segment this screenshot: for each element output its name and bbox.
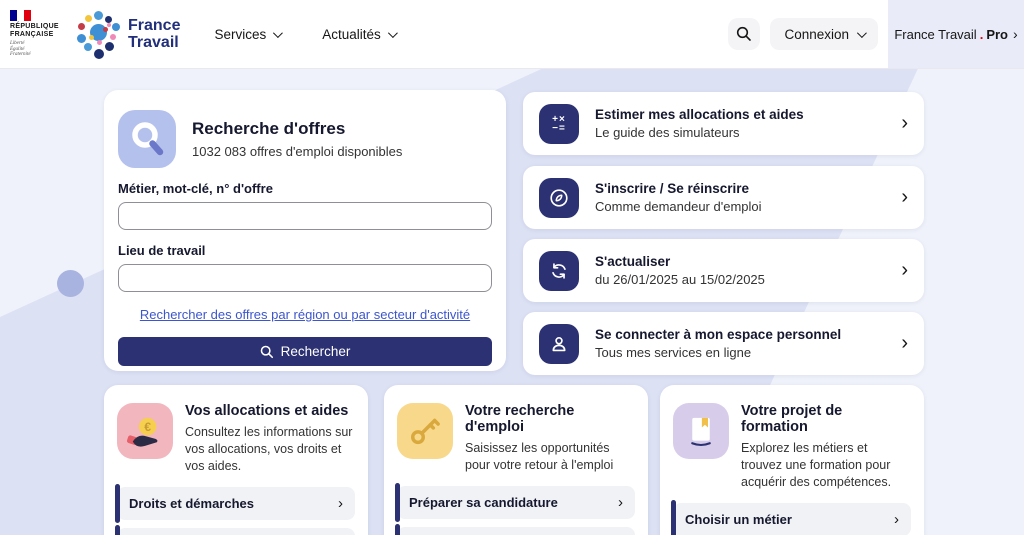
gov-line1: RÉPUBLIQUE (10, 23, 66, 31)
section-description: Explorez les métiers et trouvez une form… (741, 440, 911, 491)
quicklink-sinscrire[interactable]: S'inscrire / Se réinscrire Comme demande… (523, 166, 924, 229)
magnifier-icon (118, 110, 176, 168)
chevron-right-icon: › (894, 511, 899, 528)
offers-count: 1032 083 offres d'emploi disponibles (192, 144, 402, 159)
register-icon (539, 178, 579, 218)
link-preparer-candidature[interactable]: Préparer sa candidature › (397, 486, 635, 519)
quicklink-title: Se connecter à mon espace personnel (595, 327, 841, 342)
france-travail-pro-link[interactable]: France Travail . Pro › (888, 0, 1024, 68)
chevron-right-icon: › (901, 186, 908, 209)
section-title: Votre projet de formation (741, 403, 911, 435)
pro-separator: . (980, 27, 984, 42)
nav-services[interactable]: Services (214, 27, 280, 42)
chevron-down-icon (857, 28, 867, 38)
header-search-button[interactable] (728, 18, 760, 50)
france-travail-homepage: RÉPUBLIQUE FRANÇAISE Liberté Égalité Fra… (0, 0, 1024, 535)
keyword-input[interactable] (118, 202, 492, 230)
france-travail-wordmark: France Travail (128, 17, 180, 51)
location-field-label: Lieu de travail (118, 243, 492, 258)
quicklink-subtitle: Comme demandeur d'emploi (595, 199, 762, 214)
link-comprendre-calcul[interactable]: Comprendre le calcul de l'allocation › (117, 528, 355, 535)
gov-line2: FRANÇAISE (10, 31, 66, 39)
quicklink-sactualiser[interactable]: S'actualiser du 26/01/2025 au 15/02/2025… (523, 239, 924, 302)
gov-motto: Liberté Égalité Fraternité (10, 41, 66, 58)
person-icon (539, 324, 579, 364)
link-trouver-emploi[interactable]: Trouver un emploi › (397, 527, 635, 535)
calculator-icon: +× −= (539, 104, 579, 144)
france-travail-dots-icon (76, 9, 120, 59)
refresh-icon (539, 251, 579, 291)
quicklink-subtitle: du 26/01/2025 au 15/02/2025 (595, 272, 765, 287)
quicklink-title: S'actualiser (595, 254, 765, 269)
nav-actualites-label: Actualités (322, 27, 381, 42)
svg-text:€: € (144, 420, 151, 434)
link-choisir-metier[interactable]: Choisir un métier › (673, 503, 911, 535)
search-by-region-link[interactable]: Rechercher des offres par région ou par … (118, 307, 492, 322)
quicklink-espace-personnel[interactable]: Se connecter à mon espace personnel Tous… (523, 312, 924, 375)
quicklink-estimer-allocations[interactable]: +× −= Estimer mes allocations et aides L… (523, 92, 924, 155)
background-decor-circle (57, 270, 84, 297)
gov-logo-text: RÉPUBLIQUE FRANÇAISE (10, 23, 66, 39)
section-description: Consultez les informations sur vos alloc… (185, 424, 355, 475)
search-card-title: Recherche d'offres (192, 119, 402, 139)
location-input[interactable] (118, 264, 492, 292)
section-title: Vos allocations et aides (185, 403, 355, 419)
search-card-header: Recherche d'offres 1032 083 offres d'emp… (118, 110, 492, 168)
link-droits-et-demarches[interactable]: Droits et démarches › (117, 487, 355, 520)
nav-services-label: Services (214, 27, 266, 42)
search-icon (736, 26, 752, 42)
chevron-right-icon: › (901, 332, 908, 355)
section-description: Saisissez les opportunités pour votre re… (465, 440, 635, 474)
chevron-down-icon (388, 28, 398, 38)
france-travail-logo[interactable]: France Travail (76, 9, 180, 59)
key-icon (397, 403, 453, 459)
hand-euro-icon: € (117, 403, 173, 459)
book-icon (673, 403, 729, 459)
nav-actualites[interactable]: Actualités (322, 27, 395, 42)
chevron-right-icon: › (338, 495, 343, 512)
quicklink-title: S'inscrire / Se réinscrire (595, 181, 762, 196)
search-button-label: Rechercher (281, 344, 351, 359)
keyword-field-label: Métier, mot-clé, n° d'offre (118, 181, 492, 196)
chevron-right-icon: › (901, 259, 908, 282)
french-flag-icon (10, 10, 31, 21)
connexion-button[interactable]: Connexion (770, 18, 878, 50)
section-projet-formation: Votre projet de formation Explorez les m… (660, 385, 924, 535)
quicklink-subtitle: Le guide des simulateurs (595, 125, 804, 140)
pro-bold: Pro (986, 27, 1008, 42)
search-icon (260, 345, 274, 359)
connexion-label: Connexion (784, 27, 849, 42)
section-title: Votre recherche d'emploi (465, 403, 635, 435)
chevron-right-icon: › (1013, 26, 1018, 42)
section-allocations: € Vos allocations et aides Consultez les… (104, 385, 368, 535)
search-submit-button[interactable]: Rechercher (118, 337, 492, 366)
job-search-card: Recherche d'offres 1032 083 offres d'emp… (104, 90, 506, 371)
chevron-right-icon: › (618, 494, 623, 511)
chevron-right-icon: › (901, 112, 908, 135)
republique-francaise-logo: RÉPUBLIQUE FRANÇAISE Liberté Égalité Fra… (10, 10, 66, 58)
pro-prefix: France Travail (894, 27, 976, 42)
section-recherche-emploi: Votre recherche d'emploi Saisissez les o… (384, 385, 648, 535)
header: RÉPUBLIQUE FRANÇAISE Liberté Égalité Fra… (0, 0, 1024, 69)
quicklink-subtitle: Tous mes services en ligne (595, 345, 841, 360)
chevron-down-icon (273, 28, 283, 38)
quicklink-title: Estimer mes allocations et aides (595, 107, 804, 122)
